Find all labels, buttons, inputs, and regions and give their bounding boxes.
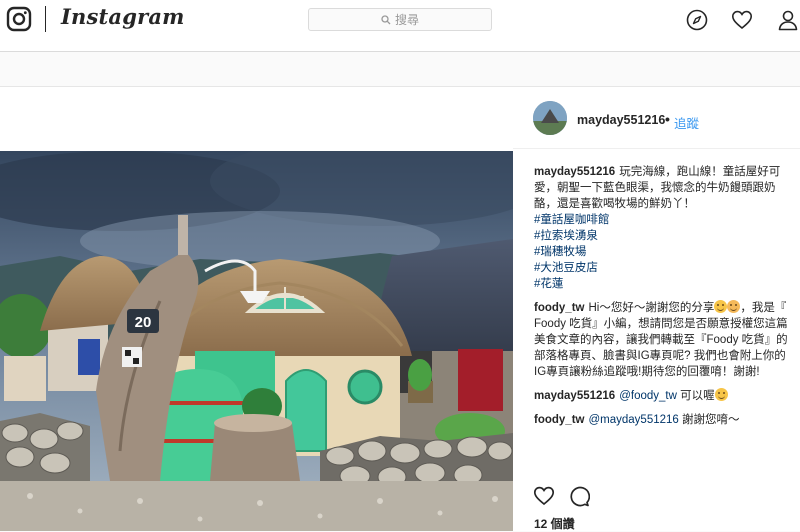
mention-link[interactable]: @foody_tw [619, 390, 677, 402]
comment-bubble-icon[interactable] [568, 485, 590, 507]
fairytale-house-photo: 20 [0, 151, 513, 531]
comment: mayday551216 @foody_tw 可以喔 [534, 388, 794, 404]
separator-dot: • [665, 111, 670, 127]
comment-username[interactable]: foody_tw [534, 414, 584, 426]
search-icon [381, 14, 391, 24]
hashtag-link[interactable]: #大池豆皮店 [534, 260, 794, 276]
likes-count[interactable]: 12 個讚 [534, 515, 575, 532]
avatar[interactable] [533, 101, 567, 135]
search-placeholder: 搜尋 [394, 13, 419, 27]
comment-text: 可以喔 [680, 390, 715, 402]
house-number-sign: 20 [135, 314, 152, 331]
post-card: 20 mayday551216 • 追蹤 mayday551216 玩完海線，跑… [0, 86, 800, 531]
post-photo[interactable]: 20 [0, 151, 513, 531]
avatar-image [533, 101, 567, 135]
smile-emoji-icon [714, 388, 728, 401]
comment: foody_tw Hi～您好～謝謝您的分享 ，我是『 Foody 吃貨』小編，想請問… [534, 300, 794, 380]
comment-username[interactable]: mayday551216 [534, 390, 615, 402]
smile-emoji-icon [714, 300, 728, 313]
comment-text: 謝謝您唷～ [682, 414, 740, 426]
hashtag-link[interactable]: #瑞穗牧場 [534, 244, 794, 260]
mention-link[interactable]: @mayday551216 [588, 414, 678, 426]
follow-button[interactable]: 追蹤 [674, 113, 699, 132]
hashtag-link[interactable]: #花蓮 [534, 276, 794, 292]
search-input[interactable]: 搜尋 [308, 8, 492, 31]
comments-list: mayday551216 玩完海線，跑山線！童話屋好可愛，朝聖一下藍色眼渠，我懷念… [534, 164, 794, 436]
blush-emoji-icon [727, 300, 741, 313]
hashtag-link[interactable]: #拉索埃湧泉 [534, 228, 794, 244]
post-author-username[interactable]: mayday551216 [577, 113, 665, 127]
caption-username[interactable]: mayday551216 [534, 166, 615, 178]
top-navigation-bar: Instagram 搜尋 [0, 0, 800, 52]
hashtag-link[interactable]: #童話屋咖啡館 [534, 212, 794, 228]
compass-icon[interactable] [686, 9, 708, 31]
comment-username[interactable]: foody_tw [534, 302, 584, 314]
post-header: mayday551216 • 追蹤 [513, 87, 800, 149]
comment: foody_tw @mayday551216 謝謝您唷～ [534, 412, 794, 428]
comment-text: Hi～您好～謝謝您的分享 [588, 302, 715, 314]
header-divider [45, 6, 46, 32]
user-icon[interactable] [777, 9, 799, 31]
caption: mayday551216 玩完海線，跑山線！童話屋好可愛，朝聖一下藍色眼渠，我懷念… [534, 164, 794, 292]
post-side-panel: mayday551216 • 追蹤 mayday551216 玩完海線，跑山線！童… [513, 87, 800, 531]
instagram-wordmark[interactable]: Instagram [61, 4, 185, 29]
instagram-camera-icon[interactable] [6, 6, 32, 32]
like-heart-icon[interactable] [533, 485, 555, 507]
heart-icon[interactable] [731, 9, 753, 31]
